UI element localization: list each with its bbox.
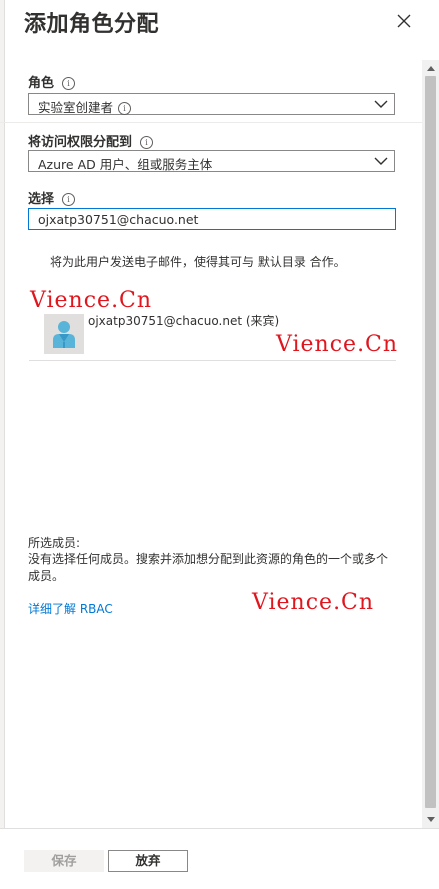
scroll-up-arrow-icon[interactable]: [427, 66, 435, 71]
role-label-text: 角色: [28, 76, 55, 91]
info-icon[interactable]: i: [118, 102, 132, 115]
close-button[interactable]: [393, 10, 415, 32]
blade-left-edge: [0, 0, 5, 888]
select-label-text: 选择: [28, 192, 55, 207]
selected-members-label: 所选成员:: [28, 536, 81, 550]
assign-access-label-text: 将访问权限分配到: [28, 135, 133, 150]
guest-invite-notice: 将为此用户发送电子邮件，使得其可与 默认目录 合作。: [50, 255, 346, 269]
info-icon[interactable]: i: [62, 77, 76, 90]
page-title: 添加角色分配: [24, 12, 160, 37]
watermark-text: Vience.Cn: [252, 590, 375, 615]
chevron-down-icon: [374, 157, 388, 165]
learn-more-rbac-link[interactable]: 详细了解 RBAC: [28, 600, 113, 617]
role-dropdown-value: 实验室创建者 i: [38, 97, 132, 116]
save-button[interactable]: 保存: [24, 850, 104, 872]
search-result-name: ojxatp30751@chacuo.net (来宾): [88, 314, 280, 328]
discard-button[interactable]: 放弃: [108, 850, 188, 872]
select-search-input[interactable]: [29, 209, 395, 229]
assign-access-dropdown[interactable]: Azure AD 用户、组或服务主体: [28, 150, 395, 172]
info-icon[interactable]: i: [140, 136, 154, 149]
role-label: 角色 i: [28, 72, 76, 91]
select-search-box[interactable]: [28, 208, 396, 230]
close-icon: [397, 14, 411, 28]
role-dropdown[interactable]: 实验室创建者 i: [28, 93, 395, 115]
chevron-down-icon: [374, 100, 388, 108]
section-divider: [0, 122, 422, 123]
scroll-down-arrow-icon[interactable]: [427, 817, 435, 822]
avatar: [44, 314, 84, 354]
select-label: 选择 i: [28, 188, 76, 207]
assign-access-dropdown-value: Azure AD 用户、组或服务主体: [38, 157, 213, 172]
watermark-text: Vience.Cn: [276, 332, 399, 357]
blade-footer: 保存 放弃: [0, 828, 439, 889]
vertical-scrollbar[interactable]: [422, 60, 439, 828]
assign-access-label: 将访问权限分配到 i: [28, 131, 154, 150]
info-icon[interactable]: i: [62, 193, 76, 206]
scrollbar-thumb[interactable]: [425, 76, 436, 808]
guest-user-icon: [53, 321, 75, 348]
selected-members-description: 没有选择任何成员。搜索并添加想分配到此资源的角色的一个或多个成员。: [28, 552, 389, 583]
